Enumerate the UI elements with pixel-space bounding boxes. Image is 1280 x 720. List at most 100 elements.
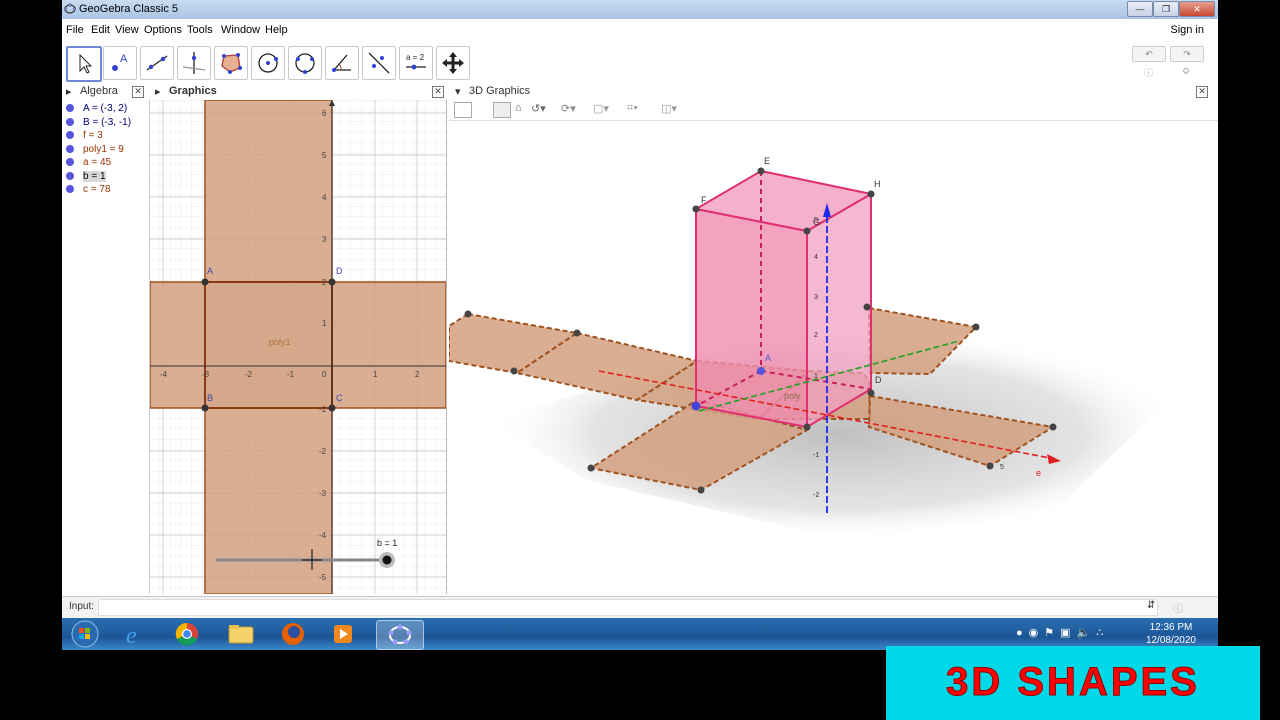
tool-polygon[interactable] [214,46,248,80]
point-b[interactable] [201,404,209,412]
close-graphics-icon[interactable]: ✕ [432,86,444,98]
sign-in-link[interactable]: Sign in [1170,24,1204,36]
net-face[interactable] [204,407,333,594]
menu-view[interactable]: View [115,24,139,36]
graphics-2d-canvas[interactable]: -4 -3 -2 -1 0 1 2 6 5 4 3 2 1 -1 -2 -3 -… [150,100,446,594]
menu-window[interactable]: Window [221,24,260,36]
graphics-collapse-icon[interactable]: ▸ [155,85,161,99]
window-title: GeoGebra Classic 5 [79,3,179,15]
visibility-dot-icon[interactable] [66,118,74,126]
clipping-icon[interactable]: ▢▾ [593,102,609,115]
settings-gear-icon[interactable]: ⚙ [1182,66,1190,77]
input-label: Input: [69,601,95,612]
algebra-item[interactable]: B = (-3, -1) [66,117,131,129]
svg-text:1: 1 [322,319,327,328]
svg-text:-4: -4 [319,531,327,540]
taskbar-firefox[interactable] [270,620,316,648]
taskbar-explorer[interactable] [218,620,264,648]
svg-text:-1: -1 [319,405,327,414]
algebra-item[interactable]: a = 45 [66,157,111,169]
input-dropdown-icon[interactable]: ⇵ [1147,600,1155,611]
undo-button[interactable]: ↶ [1132,46,1166,62]
cube-3d[interactable] [693,169,874,429]
visibility-dot-icon[interactable] [66,158,74,166]
slider-icon: a = 2 [406,53,426,70]
redo-button[interactable]: ↷ [1170,46,1204,62]
visibility-dot-icon[interactable] [66,185,74,193]
tool-circle[interactable] [251,46,285,80]
point-a[interactable] [201,278,209,286]
tool-reflect[interactable] [362,46,396,80]
menu-edit[interactable]: Edit [91,24,110,36]
taskbar-ie[interactable]: e [114,620,160,649]
tool-move-view[interactable] [436,46,470,80]
menu-file[interactable]: File [66,24,84,36]
input-field[interactable] [98,599,1158,616]
home-view-icon[interactable]: ⌂ [515,102,522,114]
net-face[interactable] [204,100,333,283]
tool-point[interactable]: A [103,46,137,80]
graphics-2d-view[interactable]: -4 -3 -2 -1 0 1 2 6 5 4 3 2 1 -1 -2 -3 -… [150,100,447,594]
taskbar-clock[interactable]: 12:36 PM 12/08/2020 [1146,621,1196,647]
close-algebra-icon[interactable]: ✕ [132,86,144,98]
point-d[interactable] [328,278,336,286]
firefox-icon [282,623,304,645]
algebra-item[interactable]: c = 78 [66,184,111,196]
tool-circle-3pts[interactable] [288,46,322,80]
svg-text:-3: -3 [319,489,327,498]
clock-time: 12:36 PM [1149,622,1193,633]
help-icon[interactable]: ⓘ [1144,66,1153,79]
axes-toggle-button[interactable] [454,102,472,118]
visibility-dot-icon[interactable] [66,131,74,139]
system-tray-icons[interactable]: ●◉⚑▣🔈∴ [1016,626,1109,639]
title-bar: GeoGebra Classic 5 — ❐ ✕ [62,0,1218,19]
projection-icon[interactable]: ⌗▾ [627,102,638,115]
cube-face[interactable] [806,192,872,429]
maximize-button[interactable]: ❐ [1153,1,1179,17]
menu-options[interactable]: Options [144,24,182,36]
svg-text:A: A [120,53,128,65]
visibility-dot-icon[interactable] [66,172,74,180]
input-help-icon[interactable]: ⓘ [1173,600,1183,615]
algebra-item-selected[interactable]: b = 1 [66,171,106,183]
taskbar-chrome[interactable] [164,620,210,648]
algebra-panel-title: Algebra [80,85,118,97]
taskbar-media-player[interactable] [320,620,366,648]
algebra-collapse-icon[interactable]: ▸ [66,85,72,99]
point-d-label: D [336,266,343,276]
tool-slider[interactable]: a = 2 [399,46,433,80]
start-button[interactable] [62,620,108,648]
graphics-3d-view[interactable]: E F G H D A poly e 5 4 3 2 1 -1 -2 5 [449,121,1209,594]
graphics-3d-canvas[interactable]: E F G H D A poly e 5 4 3 2 1 -1 -2 5 [449,121,1209,594]
menu-help[interactable]: Help [265,24,288,36]
algebra-item[interactable]: A = (-3, 2) [66,103,127,115]
minimize-button[interactable]: — [1127,1,1153,17]
taskbar-geogebra[interactable] [376,620,424,650]
vertex-f-label: F [701,195,707,205]
chrome-icon [175,622,198,646]
algebra-item[interactable]: f = 3 [66,130,103,142]
grid-toggle-button[interactable] [493,102,511,118]
point-c[interactable] [328,404,336,412]
close-graphics3d-icon[interactable]: ✕ [1196,86,1208,98]
slider-b-knob-center [382,555,392,565]
angle-icon [332,54,351,72]
net-face[interactable] [331,281,446,409]
rotate-view-icon[interactable]: ↺▾ [531,102,546,115]
algebra-item[interactable]: poly1 = 9 [66,144,124,156]
tool-move[interactable] [66,46,102,82]
svg-text:4: 4 [814,254,818,261]
visibility-dot-icon[interactable] [66,104,74,112]
animate-icon[interactable]: ⟳▾ [561,102,576,115]
menu-tools[interactable]: Tools [187,24,213,36]
tool-line[interactable] [140,46,174,80]
net-face[interactable] [150,281,206,409]
tool-perpendicular[interactable] [177,46,211,80]
graphics3d-collapse-icon[interactable]: ▾ [455,85,461,98]
tool-angle[interactable] [325,46,359,80]
close-window-button[interactable]: ✕ [1179,1,1215,17]
vertex-h-label: H [874,179,881,189]
view-direction-icon[interactable]: ◫▾ [661,102,677,115]
point-c-label: C [336,393,343,403]
visibility-dot-icon[interactable] [66,145,74,153]
